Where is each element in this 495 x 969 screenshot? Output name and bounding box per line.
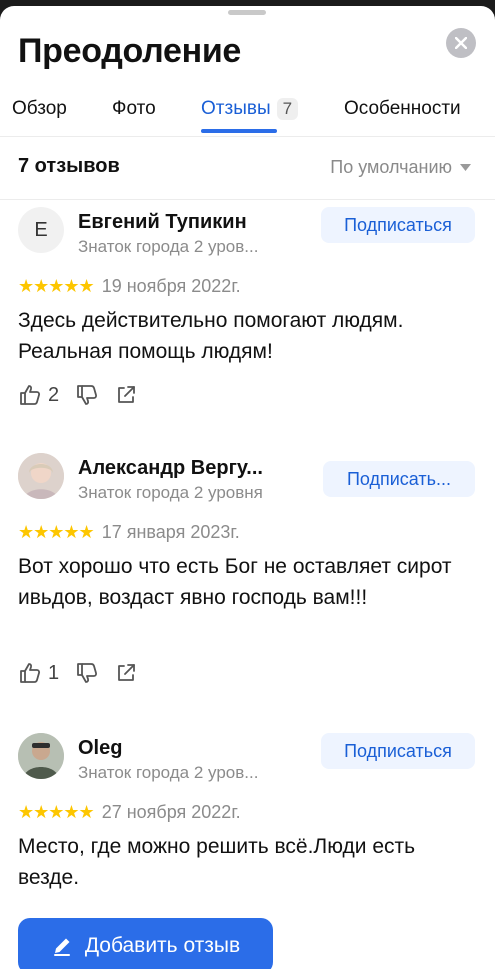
bottom-sheet: Преодоление Обзор Фото Отзывы 7 Особеннос… — [0, 6, 495, 969]
share-button[interactable] — [115, 384, 137, 406]
share-button[interactable] — [115, 662, 137, 684]
avatar[interactable]: Е — [18, 207, 64, 253]
avatar-photo-icon — [18, 453, 64, 499]
tab-reviews-label: Отзывы — [201, 98, 271, 119]
review-text: Вот хорошо что есть Бог не оставляет сир… — [18, 555, 452, 609]
page-title: Преодоление — [18, 32, 242, 70]
share-icon — [118, 664, 136, 681]
like-icon — [20, 385, 41, 405]
dislike-button[interactable] — [75, 661, 99, 685]
sheet-grabber[interactable] — [228, 10, 266, 15]
reviews-count: 7 отзывов — [18, 155, 120, 177]
tab-bar: Обзор Фото Отзывы 7 Особенности — [0, 90, 495, 137]
reviewer-level: Знаток города 2 уров... — [78, 763, 259, 782]
review-date: 17 января 2023г. — [101, 522, 240, 542]
subscribe-button[interactable]: Подписаться — [321, 733, 475, 769]
review-text: Здесь действительно помогают людям. Реал… — [18, 309, 404, 363]
dislike-icon — [77, 385, 98, 405]
like-count: 2 — [48, 383, 60, 406]
tab-reviews[interactable]: Отзывы 7 — [201, 98, 299, 120]
review-text: Место, где можно решить всё.Люди есть ве… — [18, 835, 416, 889]
subscribe-button[interactable]: Подписаться — [321, 207, 475, 243]
avatar-photo-icon — [18, 733, 64, 779]
like-button[interactable]: 1 — [18, 661, 59, 685]
rating-stars: ★★★★★ — [18, 802, 95, 822]
dislike-icon — [77, 663, 98, 683]
reviewer-level: Знаток города 2 уров... — [78, 237, 259, 256]
rating-row: ★★★★★ 19 ноября 2022г. — [18, 276, 241, 297]
avatar[interactable] — [18, 453, 64, 499]
reviewer-name[interactable]: Oleg — [78, 737, 122, 760]
avatar[interactable] — [18, 733, 64, 779]
rating-row: ★★★★★ 17 января 2023г. — [18, 522, 240, 543]
rating-stars: ★★★★★ — [18, 276, 95, 296]
close-button[interactable] — [446, 28, 476, 58]
share-icon — [118, 386, 136, 403]
reviews-header: 7 отзывов По умолчанию — [0, 137, 495, 200]
reviewer-level: Знаток города 2 уровня — [78, 483, 263, 502]
review-actions: 2 — [18, 383, 153, 407]
pencil-icon — [53, 938, 70, 956]
rating-row: ★★★★★ 27 ноября 2022г. — [18, 802, 241, 823]
dislike-button[interactable] — [75, 383, 99, 407]
reviewer-name[interactable]: Евгений Тупикин — [78, 211, 247, 234]
review-date: 27 ноября 2022г. — [101, 802, 241, 822]
reviewer-name[interactable]: Александр Вергу... — [78, 457, 263, 480]
like-button[interactable]: 2 — [18, 383, 59, 407]
tab-overview[interactable]: Обзор — [12, 98, 67, 120]
chevron-down-icon — [460, 163, 471, 171]
active-tab-indicator — [201, 129, 277, 133]
like-count: 1 — [48, 661, 60, 684]
sort-dropdown[interactable]: По умолчанию — [330, 157, 471, 178]
add-review-button[interactable]: Добавить отзыв — [18, 918, 273, 969]
review-date: 19 ноября 2022г. — [101, 276, 241, 296]
sort-label: По умолчанию — [330, 157, 452, 177]
like-icon — [20, 663, 41, 683]
rating-stars: ★★★★★ — [18, 522, 95, 542]
tab-reviews-count: 7 — [276, 98, 299, 120]
review-actions: 1 — [18, 661, 153, 685]
tab-photos[interactable]: Фото — [112, 98, 156, 120]
close-icon — [455, 37, 467, 49]
add-review-label: Добавить отзыв — [84, 934, 241, 957]
subscribe-button[interactable]: Подписать... — [323, 461, 475, 497]
tab-features[interactable]: Особенности — [344, 98, 461, 120]
